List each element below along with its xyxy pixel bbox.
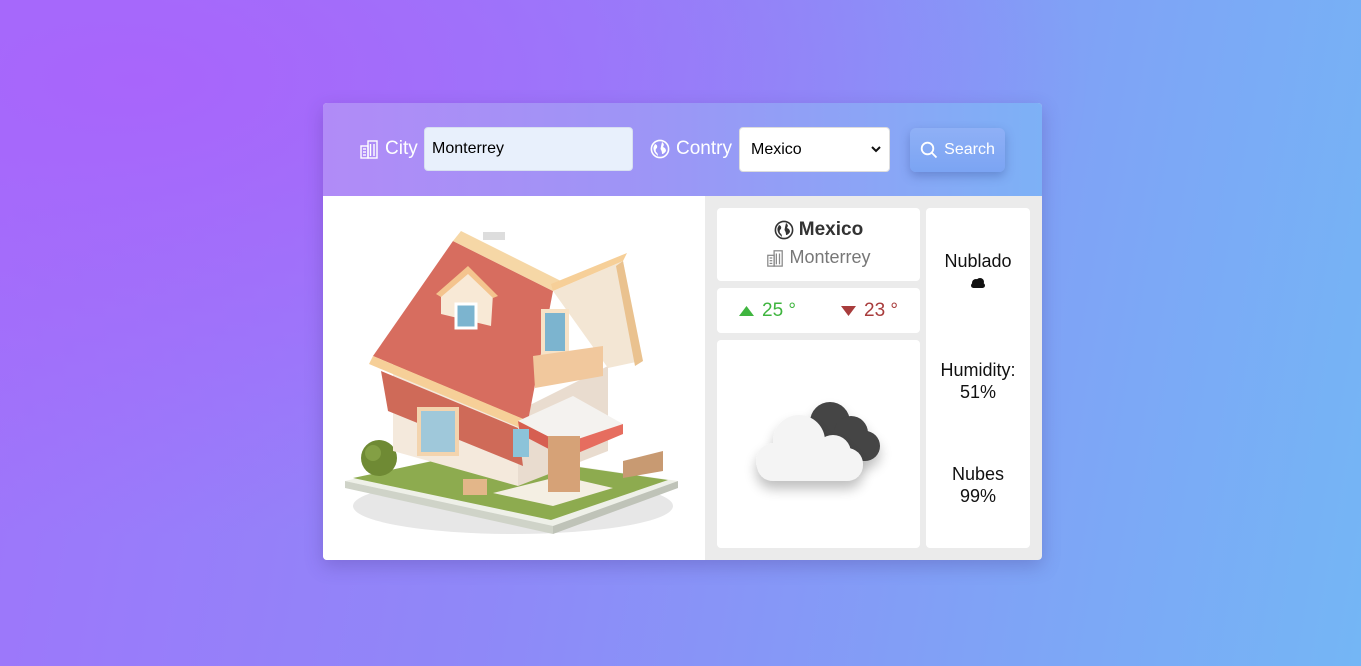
temperature-panel: 25 ° 23 ° xyxy=(717,288,920,333)
search-button-label: Search xyxy=(944,141,995,158)
house-image xyxy=(323,196,705,560)
weather-description-text: Nublado xyxy=(944,251,1012,271)
city-label-text: City xyxy=(385,138,418,159)
temp-min: 23 ° xyxy=(841,300,898,322)
country-select-value: Mexico xyxy=(751,140,802,158)
city-label: City xyxy=(359,136,418,162)
location-city: Monterrey xyxy=(717,247,920,268)
location-country: Mexico xyxy=(717,219,920,241)
clouds-label: Nubes xyxy=(951,464,1005,484)
temp-max: 25 ° xyxy=(739,300,796,322)
cloud-small-icon xyxy=(971,278,985,288)
humidity-value: 51% xyxy=(959,382,997,402)
cloudiness: Nubes 99% xyxy=(926,463,1030,507)
details-panel: Nublado Humidity: 51% Nubes 99% xyxy=(926,208,1030,548)
arrow-down-icon xyxy=(841,306,856,316)
search-bar: City Contry Mexico Search xyxy=(323,103,1042,196)
humidity: Humidity: 51% xyxy=(926,359,1030,403)
search-button[interactable]: Search xyxy=(910,128,1005,172)
building-icon xyxy=(767,249,784,267)
location-city-text: Monterrey xyxy=(789,247,871,267)
location-country-text: Mexico xyxy=(798,219,864,240)
globe-icon xyxy=(774,220,794,240)
chevron-down-icon xyxy=(871,146,881,153)
weather-image-panel xyxy=(717,340,920,548)
temp-max-value: 25 ° xyxy=(762,300,797,321)
cloud-icon xyxy=(756,402,880,481)
humidity-label: Humidity: xyxy=(940,360,1016,380)
city-input[interactable] xyxy=(424,127,633,171)
clouds-value: 99% xyxy=(959,486,997,506)
search-icon xyxy=(920,141,938,159)
weather-description: Nublado xyxy=(926,251,1030,293)
country-label: Contry xyxy=(650,136,732,162)
location-panel: Mexico Monterrey xyxy=(717,208,920,281)
temp-min-value: 23 ° xyxy=(864,300,899,321)
country-select[interactable]: Mexico xyxy=(739,127,890,172)
country-label-text: Contry xyxy=(676,138,732,159)
house-illustration xyxy=(345,231,678,534)
weather-card: City Contry Mexico Search xyxy=(323,103,1042,560)
globe-icon xyxy=(650,139,670,159)
arrow-up-icon xyxy=(739,306,754,316)
building-icon xyxy=(360,140,378,159)
